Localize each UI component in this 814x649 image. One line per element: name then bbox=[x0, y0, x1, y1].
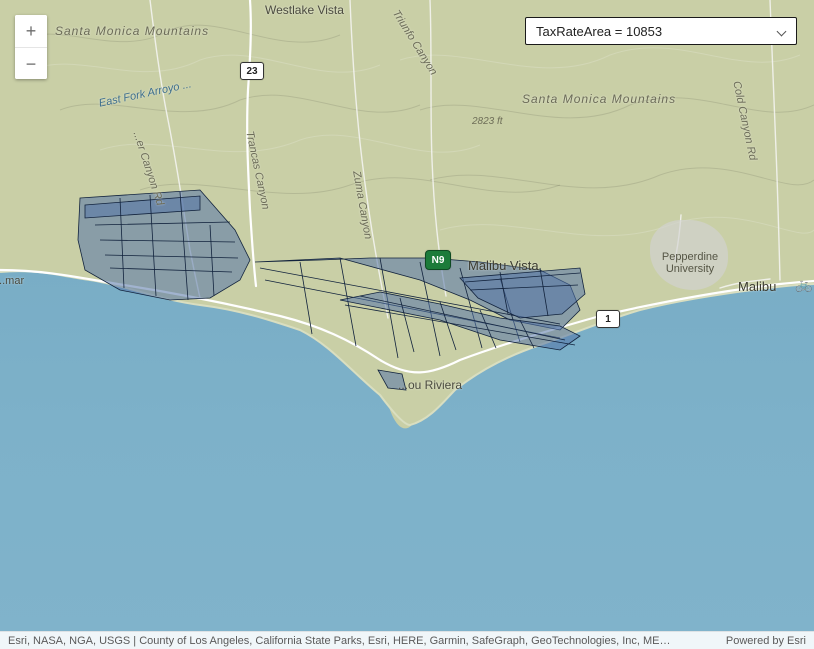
zoom-out-button[interactable]: − bbox=[15, 47, 47, 79]
zoom-in-button[interactable]: + bbox=[15, 15, 47, 47]
filter-dropdown[interactable]: TaxRateArea = 10853 bbox=[525, 17, 797, 45]
chevron-down-icon bbox=[778, 26, 788, 36]
zoom-control: + − bbox=[15, 15, 47, 79]
filter-expression-text: TaxRateArea = 10853 bbox=[536, 24, 662, 39]
attribution-powered-by[interactable]: Powered by Esri bbox=[726, 635, 806, 647]
attribution-sources: Esri, NASA, NGA, USGS | County of Los An… bbox=[8, 635, 671, 647]
map-viewport[interactable]: Westlake Vista Santa Monica Mountains Sa… bbox=[0, 0, 814, 649]
attribution-bar: Esri, NASA, NGA, USGS | County of Los An… bbox=[0, 631, 814, 649]
ocean bbox=[0, 270, 814, 649]
